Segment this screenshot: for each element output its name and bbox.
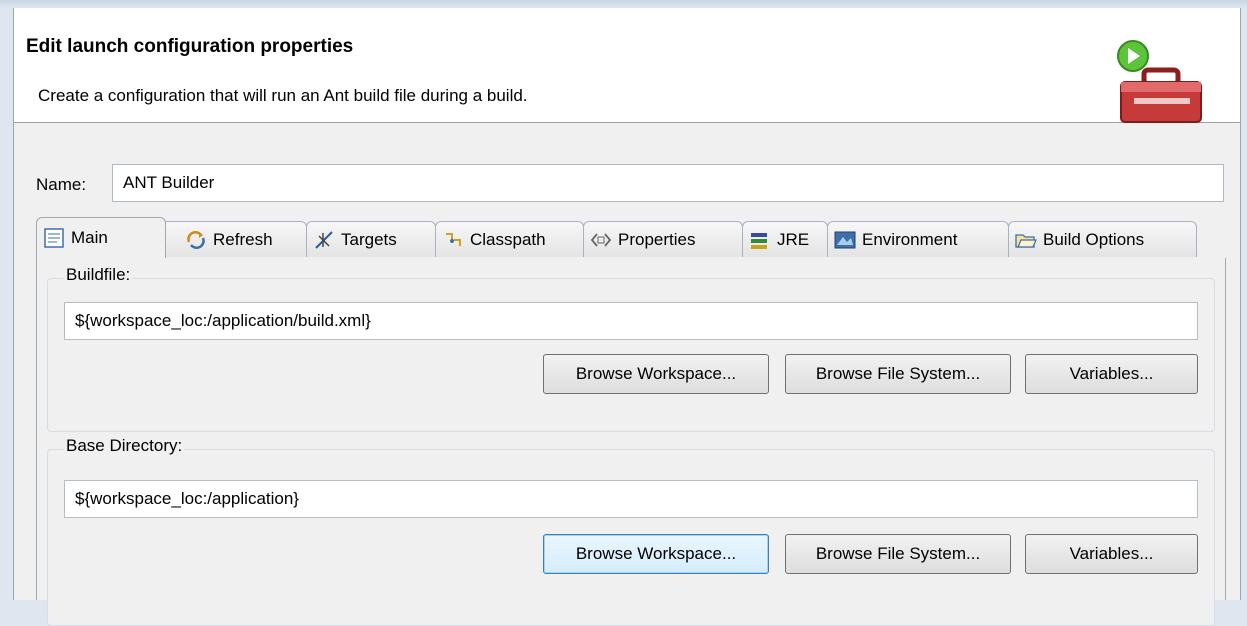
environment-icon bbox=[834, 230, 856, 250]
window-top-border bbox=[0, 0, 1247, 8]
dialog-header: Edit launch configuration properties Cre… bbox=[14, 8, 1240, 123]
buildfile-group: Buildfile: ${workspace_loc:/application/… bbox=[47, 265, 1215, 432]
tab-main[interactable]: Main bbox=[36, 217, 166, 258]
base-directory-label: Base Directory: bbox=[64, 436, 185, 456]
properties-icon bbox=[590, 230, 612, 250]
launch-config-dialog: Edit launch configuration properties Cre… bbox=[13, 8, 1241, 626]
buildfile-input[interactable]: ${workspace_loc:/application/build.xml} bbox=[64, 302, 1198, 340]
browse-file-system-button[interactable]: Browse File System... bbox=[785, 534, 1011, 574]
tab-jre[interactable]: JRE bbox=[742, 221, 828, 257]
dialog-content: Name: ANT Builder Main Refresh Targets C… bbox=[14, 123, 1240, 626]
ant-toolbox-icon bbox=[1117, 40, 1202, 123]
tab-build-options[interactable]: Build Options bbox=[1008, 221, 1197, 257]
document-icon bbox=[43, 228, 65, 248]
tab-label: Properties bbox=[618, 229, 696, 249]
tab-label: JRE bbox=[777, 229, 810, 249]
tab-label: Build Options bbox=[1043, 229, 1145, 249]
browse-workspace-button[interactable]: Browse Workspace... bbox=[543, 354, 769, 394]
tab-refresh[interactable]: Refresh bbox=[156, 221, 307, 257]
variables-button[interactable]: Variables... bbox=[1025, 534, 1198, 574]
name-field[interactable]: ANT Builder bbox=[112, 164, 1224, 202]
tab-properties[interactable]: Properties bbox=[583, 221, 743, 257]
targets-icon bbox=[313, 230, 335, 250]
jre-icon bbox=[749, 230, 771, 250]
tab-label: Main bbox=[71, 228, 108, 247]
refresh-icon bbox=[185, 230, 207, 250]
tab-environment[interactable]: Environment bbox=[827, 221, 1009, 257]
variables-button[interactable]: Variables... bbox=[1025, 354, 1198, 394]
main-tab-panel: Buildfile: ${workspace_loc:/application/… bbox=[36, 258, 1226, 626]
tab-targets[interactable]: Targets bbox=[306, 221, 436, 257]
tab-bar: Main Refresh Targets Classpath Propertie… bbox=[36, 217, 1226, 259]
tab-classpath[interactable]: Classpath bbox=[435, 221, 584, 257]
dialog-description: Create a configuration that will run an … bbox=[38, 86, 528, 105]
tab-label: Environment bbox=[862, 229, 958, 249]
dialog-title: Edit launch configuration properties bbox=[26, 36, 354, 57]
base-directory-input[interactable]: ${workspace_loc:/application} bbox=[64, 480, 1198, 518]
browse-file-system-button[interactable]: Browse File System... bbox=[785, 354, 1011, 394]
base-directory-group: Base Directory: ${workspace_loc:/applica… bbox=[47, 436, 1215, 626]
browse-workspace-button[interactable]: Browse Workspace... bbox=[543, 534, 769, 574]
classpath-icon bbox=[442, 230, 464, 250]
name-label: Name: bbox=[36, 175, 87, 194]
tab-label: Targets bbox=[341, 229, 397, 249]
tab-label: Classpath bbox=[470, 229, 546, 249]
folder-icon bbox=[1015, 230, 1037, 250]
buildfile-label: Buildfile: bbox=[64, 265, 133, 285]
tab-label: Refresh bbox=[213, 229, 273, 249]
